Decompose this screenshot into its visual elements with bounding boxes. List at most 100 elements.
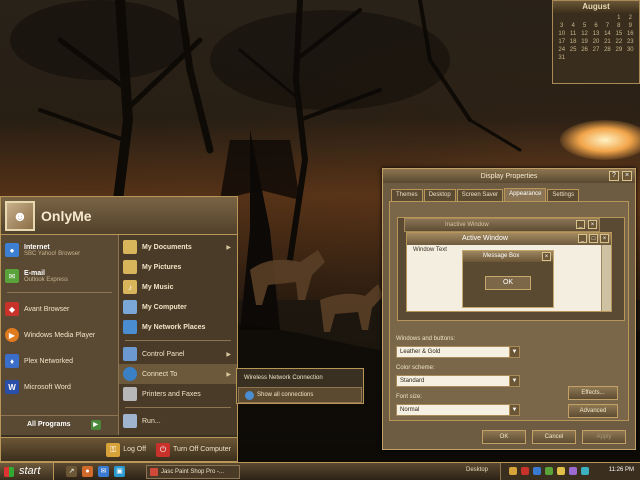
music-icon: ♪ — [123, 280, 137, 294]
windows-buttons-value: Leather & Gold — [400, 349, 441, 355]
maximize-icon: □ — [589, 234, 598, 243]
my-computer[interactable]: My Computer — [119, 297, 237, 317]
connect-to[interactable]: Connect To ▶ — [119, 364, 237, 384]
run[interactable]: Run... — [119, 411, 237, 431]
tab-settings[interactable]: Settings — [547, 189, 580, 201]
windows-buttons-select[interactable]: Leather & Gold ▼ — [396, 346, 520, 358]
taskbar-task-paintshop[interactable]: Jasc Paint Shop Pro -... — [146, 465, 240, 479]
calendar-day: 11 — [570, 31, 577, 37]
tray-icon[interactable] — [557, 467, 565, 475]
connect-icon — [123, 367, 137, 381]
recent-word[interactable]: W Microsoft Word — [1, 374, 118, 400]
task-label: Jasc Paint Shop Pro -... — [161, 469, 225, 475]
calendar-day: 20 — [592, 39, 600, 45]
browser-quicklaunch-icon[interactable]: ● — [82, 466, 93, 477]
calendar-day: 29 — [615, 47, 623, 53]
tray-icon[interactable] — [533, 467, 541, 475]
calendar-day: 3 — [560, 23, 564, 29]
my-music[interactable]: ♪ My Music — [119, 277, 237, 297]
all-programs-button[interactable]: All Programs ▶ — [1, 415, 119, 433]
calendar-day: 27 — [592, 47, 600, 53]
tab-themes[interactable]: Themes — [391, 189, 423, 201]
tray-icon[interactable] — [581, 467, 589, 475]
tray-icon[interactable] — [521, 467, 529, 475]
my-network-places[interactable]: My Network Places — [119, 317, 237, 337]
tray-icon[interactable] — [569, 467, 577, 475]
printers-and-faxes[interactable]: Printers and Faxes — [119, 384, 237, 404]
dialog-tabs: Themes Desktop Screen Saver Appearance S… — [383, 183, 635, 201]
effects-button[interactable]: Effects... — [568, 386, 618, 400]
calendar-day: 6 — [594, 23, 598, 29]
chevron-down-icon[interactable]: ▼ — [509, 376, 519, 386]
my-documents[interactable]: My Documents ▶ — [119, 237, 237, 257]
recent-plex[interactable]: ♦ Plex Networked — [1, 348, 118, 374]
turn-off-label: Turn Off Computer — [173, 446, 231, 453]
tab-desktop[interactable]: Desktop — [423, 189, 456, 201]
dialog-title: Display Properties — [480, 172, 538, 180]
desktop-quicklaunch-icon[interactable]: ▣ — [114, 466, 125, 477]
pinned-email-title: E-mail — [24, 269, 46, 277]
user-name: OnlyMe — [41, 207, 92, 224]
wireless-connection-item[interactable]: Wireless Network Connection — [238, 370, 362, 386]
log-off-button[interactable]: ⚿ Log Off — [106, 442, 146, 457]
message-box-title: Message Box — [483, 253, 520, 259]
chevron-down-icon[interactable]: ▼ — [509, 347, 519, 357]
control-panel[interactable]: Control Panel ▶ — [119, 344, 237, 364]
key-icon: ⚿ — [106, 442, 121, 457]
tray-icon[interactable] — [509, 467, 517, 475]
start-button[interactable]: start — [0, 463, 54, 480]
start-menu-body: ● Internet SBC Yahoo! Browser ✉ E-mail O… — [1, 235, 237, 435]
desktop-toolbar-label[interactable]: Desktop — [466, 467, 488, 473]
chevron-down-icon[interactable]: ▼ — [509, 405, 519, 415]
recent-word-label: Microsoft Word — [24, 383, 71, 391]
user-avatar[interactable]: ☻ — [5, 200, 35, 231]
network-icon — [245, 390, 254, 400]
apply-button[interactable]: Apply — [582, 430, 626, 444]
show-all-connections-item[interactable]: Show all connections — [238, 387, 362, 403]
preview-scrollbar — [601, 245, 611, 311]
ok-button[interactable]: OK — [482, 430, 526, 444]
my-documents-label: My Documents — [142, 243, 192, 251]
recent-avant-browser[interactable]: ◆ Avant Browser — [1, 296, 118, 322]
pinned-internet[interactable]: ● Internet SBC Yahoo! Browser — [1, 237, 118, 263]
advanced-button[interactable]: Advanced — [568, 404, 618, 418]
cancel-button[interactable]: Cancel — [532, 430, 576, 444]
start-menu-header: ☻ OnlyMe — [1, 197, 237, 235]
email-quicklaunch-icon[interactable]: ✉ — [98, 466, 109, 477]
calendar-day: 24 — [558, 47, 566, 53]
network-places-icon — [123, 320, 137, 334]
my-pictures[interactable]: My Pictures — [119, 257, 237, 277]
recent-plex-label: Plex Networked — [24, 357, 74, 365]
font-size-value: Normal — [400, 407, 420, 413]
quicklaunch-icon[interactable]: ↗ — [66, 466, 77, 477]
close-icon: × — [588, 220, 597, 229]
arrow-right-icon: ▶ — [90, 419, 101, 430]
separator — [7, 292, 112, 293]
help-icon[interactable]: ? — [609, 171, 619, 181]
color-scheme-select[interactable]: Standard ▼ — [396, 375, 520, 387]
minimize-icon: _ — [576, 220, 585, 229]
preview-message-box: Message Box × OK — [462, 250, 554, 308]
show-all-connections-label: Show all connections — [257, 392, 314, 398]
preview-inactive-window: Inactive Window _ × — [404, 218, 600, 232]
clock: 11:26 PM — [608, 467, 634, 473]
taskbar: start ↗ ● ✉ ▣ Jasc Paint Shop Pro -... D… — [0, 462, 640, 480]
close-icon[interactable]: × — [622, 171, 632, 181]
tray-icon[interactable] — [545, 467, 553, 475]
active-window-titlebar: Active Window _ □ × — [407, 233, 611, 245]
tab-screen-saver[interactable]: Screen Saver — [456, 189, 504, 201]
font-size-select[interactable]: Normal ▼ — [396, 404, 520, 416]
printer-icon — [123, 387, 137, 401]
windows-buttons-label: Windows and buttons: — [396, 336, 456, 342]
recent-media-player[interactable]: ▶ Windows Media Player — [1, 322, 118, 348]
turn-off-button[interactable]: ⏻ Turn Off Computer — [156, 442, 231, 457]
dialog-titlebar[interactable]: Display Properties ? × — [383, 169, 635, 183]
word-icon: W — [5, 380, 19, 394]
calendar-day: 7 — [605, 23, 610, 29]
tab-appearance[interactable]: Appearance — [504, 188, 547, 201]
color-scheme-value: Standard — [400, 378, 425, 384]
calendar-day: 26 — [581, 47, 588, 53]
pinned-email[interactable]: ✉ E-mail Outlook Express — [1, 263, 118, 289]
separator — [125, 340, 231, 341]
start-menu-footer: ⚿ Log Off ⏻ Turn Off Computer — [1, 437, 237, 461]
